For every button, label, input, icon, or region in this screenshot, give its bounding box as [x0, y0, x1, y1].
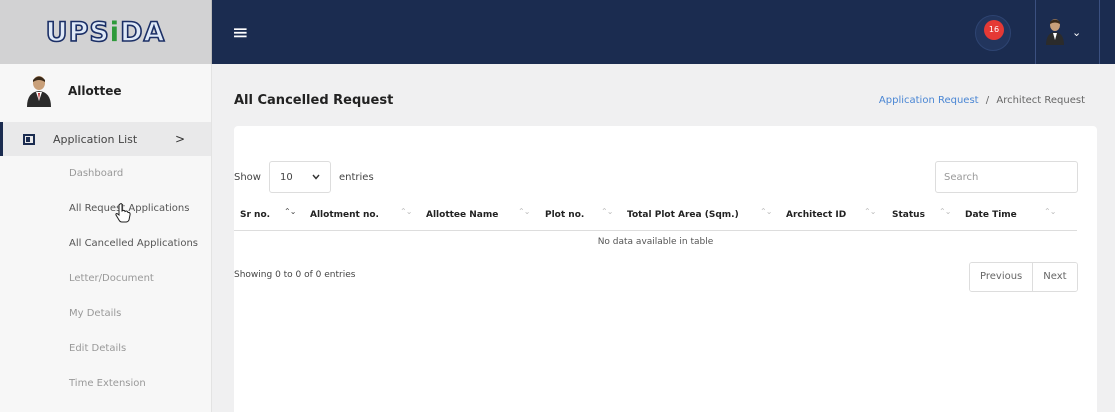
show-label: Show: [234, 171, 261, 183]
main-content: All Cancelled Request Application Reques…: [212, 64, 1115, 412]
sort-icon[interactable]: ⌃⌄: [601, 207, 613, 216]
column-total-plot-area[interactable]: Total Plot Area (Sqm.): [627, 210, 739, 220]
sidebar-user: Allottee: [0, 64, 211, 118]
navbar-divider: [1035, 0, 1036, 64]
user-name: Allottee: [68, 84, 122, 98]
sidebar-item-application-list[interactable]: Application List >: [0, 122, 211, 156]
breadcrumb-separator: /: [985, 95, 990, 106]
column-allotment-no[interactable]: Allotment no.: [310, 210, 379, 220]
sort-icon[interactable]: ⌃⌄: [284, 207, 296, 216]
table-info: Showing 0 to 0 of 0 entries: [234, 270, 356, 280]
breadcrumb-link[interactable]: Application Request: [879, 95, 979, 106]
navbar-edge: [1099, 0, 1115, 64]
hand-cursor-icon: [115, 203, 131, 223]
empty-table-message: No data available in table: [597, 237, 714, 247]
notification-badge: 16: [984, 20, 1004, 40]
sidebar-item-all-request-applications[interactable]: All Request Applications: [0, 191, 211, 226]
user-avatar-icon: [27, 76, 51, 107]
column-plot-no[interactable]: Plot no.: [545, 210, 584, 220]
chevron-down-icon: ⌄: [1072, 25, 1082, 39]
chevron-down-icon: [312, 174, 320, 180]
column-allottee-name[interactable]: Allottee Name: [426, 210, 498, 220]
sidebar-item-my-details[interactable]: My Details: [0, 296, 211, 331]
brand-logo[interactable]: UPSiDA: [0, 0, 212, 64]
entries-value: 10: [279, 171, 293, 183]
user-menu-button[interactable]: ⌄: [1044, 16, 1092, 48]
column-architect-id[interactable]: Architect ID: [786, 210, 846, 220]
column-date-time[interactable]: Date Time: [965, 210, 1017, 220]
logo-text: UPSiDA: [45, 16, 166, 49]
sort-icon[interactable]: ⌃⌄: [760, 207, 772, 216]
sort-icon[interactable]: ⌃⌄: [1044, 207, 1056, 216]
sort-icon[interactable]: ⌃⌄: [400, 207, 412, 216]
sidebar: Allottee Application List > Dashboard Al…: [0, 64, 212, 412]
column-sr-no[interactable]: Sr no.: [240, 210, 270, 220]
sort-icon[interactable]: ⌃⌄: [518, 207, 530, 216]
chevron-right-icon: >: [174, 132, 185, 146]
sidebar-section-label: Application List: [53, 132, 138, 146]
search-input[interactable]: [935, 161, 1078, 193]
entries-label: entries: [338, 171, 374, 183]
sort-icon[interactable]: ⌃⌄: [864, 207, 876, 216]
previous-button[interactable]: Previous: [970, 263, 1033, 291]
sidebar-item-all-cancelled-applications[interactable]: All Cancelled Applications: [0, 226, 211, 261]
notification-button[interactable]: 16: [975, 15, 1011, 51]
sidebar-item-time-extension[interactable]: Time Extension: [0, 366, 211, 401]
entries-select[interactable]: 10: [268, 161, 331, 193]
column-status[interactable]: Status: [892, 210, 925, 220]
user-avatar-icon: [1046, 19, 1064, 45]
table-header: Sr no. ⌃⌄ Allotment no. ⌃⌄ Allottee Name…: [234, 201, 1077, 231]
sidebar-item-edit-details[interactable]: Edit Details: [0, 331, 211, 366]
breadcrumb-current: Architect Request: [996, 95, 1085, 106]
top-navbar: ≡ 16 ⌄: [212, 0, 1115, 64]
list-icon: [23, 133, 35, 145]
breadcrumb: Application Request / Architect Request: [879, 95, 1085, 106]
pagination: Previous Next: [969, 262, 1078, 292]
sidebar-item-letter-document[interactable]: Letter/Document: [0, 261, 211, 296]
next-button[interactable]: Next: [1032, 263, 1077, 291]
menu-icon[interactable]: ≡: [232, 22, 249, 42]
sort-icon[interactable]: ⌃⌄: [939, 207, 951, 216]
length-control: Show 10 entries: [234, 161, 374, 193]
data-table: Sr no. ⌃⌄ Allotment no. ⌃⌄ Allottee Name…: [234, 201, 1077, 253]
sidebar-item-dashboard[interactable]: Dashboard: [0, 156, 211, 191]
page-title: All Cancelled Request: [234, 93, 394, 108]
